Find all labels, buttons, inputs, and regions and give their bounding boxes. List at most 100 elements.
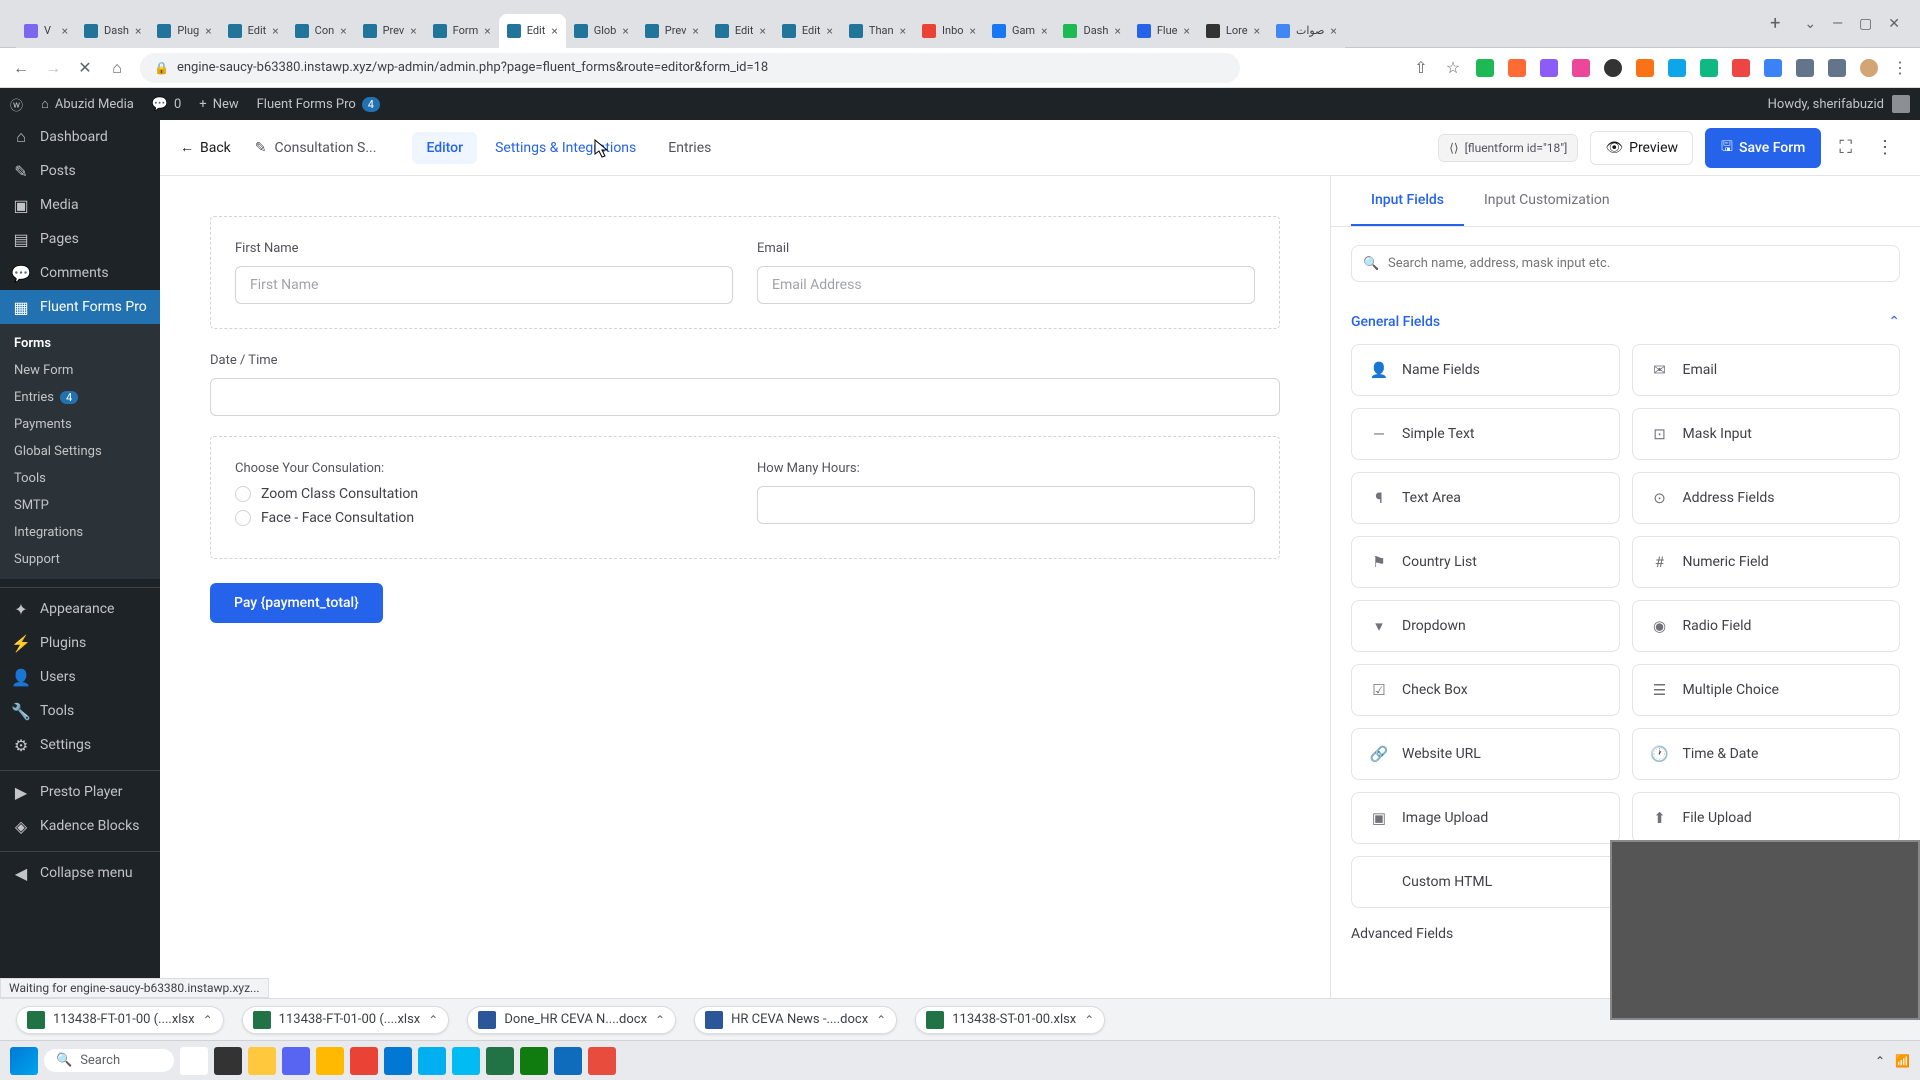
tab-close-icon[interactable]: × [1114,24,1120,38]
task-icon[interactable] [214,1047,242,1075]
field-type-card[interactable]: ◉Radio Field [1632,600,1901,652]
field-type-card[interactable]: ⚑Country List [1351,536,1620,588]
chevron-icon[interactable]: ⌃ [1084,1013,1094,1027]
submenu-item[interactable]: Payments [0,411,160,438]
general-fields-header[interactable]: General Fields ⌃ [1351,300,1900,344]
field-search-input[interactable] [1351,245,1900,282]
browser-tab[interactable]: Dash× [76,14,149,48]
tab-editor[interactable]: Editor [412,132,477,164]
browser-tab[interactable]: Form× [425,14,499,48]
user-avatar[interactable] [1892,95,1910,113]
download-item[interactable]: 113438-ST-01-00.xlsx⌃ [915,1006,1105,1034]
download-item[interactable]: 113438-FT-01-00 (....xlsx⌃ [242,1006,450,1034]
datetime-input[interactable] [210,378,1280,416]
tab-close-icon[interactable]: × [1041,24,1047,38]
profile-avatar[interactable] [1860,59,1878,77]
field-type-card[interactable]: #Numeric Field [1632,536,1901,588]
tray-chevron-icon[interactable]: ⌃ [1875,1054,1885,1068]
submenu-item[interactable]: New Form [0,357,160,384]
sidebar-item[interactable]: ▶Presto Player [0,775,160,809]
field-type-card[interactable]: 🕐Time & Date [1632,728,1901,780]
task-icon[interactable] [520,1047,548,1075]
taskbar-search[interactable]: 🔍 Search [44,1049,174,1072]
download-item[interactable]: HR CEVA News -....docx⌃ [694,1006,897,1034]
submenu-item[interactable]: Global Settings [0,438,160,465]
sidebar-item[interactable]: ⚙Settings [0,728,160,762]
more-icon[interactable]: ⋮ [1870,131,1900,164]
minimize-icon[interactable]: — [1832,16,1843,32]
ext-puzzle-icon[interactable] [1796,59,1814,77]
ext-icon[interactable] [1540,59,1558,77]
start-button[interactable] [10,1047,38,1075]
expand-icon[interactable]: ⛶ [1833,131,1858,164]
consultation-container[interactable]: Choose Your Consulation: Zoom Class Cons… [210,436,1280,559]
field-type-card[interactable]: 👤Name Fields [1351,344,1620,396]
tab-close-icon[interactable]: × [1184,24,1190,38]
chevron-down-icon[interactable]: ⌄ [1804,16,1816,32]
sidebar-item[interactable]: ✦Appearance [0,592,160,626]
comments-link[interactable]: 💬 0 [152,97,182,112]
browser-tab[interactable]: Plug× [149,14,219,48]
panel-tab-customization[interactable]: Input Customization [1464,176,1630,226]
sidebar-item[interactable]: ⚡Plugins [0,626,160,660]
field-type-card[interactable]: ⬆File Upload [1632,792,1901,844]
tab-close-icon[interactable]: × [484,24,490,38]
star-icon[interactable]: ☆ [1444,59,1462,77]
sidebar-item[interactable]: ▣Media [0,188,160,222]
panel-tab-input-fields[interactable]: Input Fields [1351,176,1464,226]
more-icon[interactable]: ⋮ [1892,58,1908,77]
tab-close-icon[interactable]: × [827,24,833,38]
tab-close-icon[interactable]: × [410,24,416,38]
form-canvas[interactable]: First Name Email Date / Time [160,176,1330,1080]
chevron-icon[interactable]: ⌃ [876,1013,886,1027]
field-type-card[interactable]: Custom HTML [1351,856,1620,908]
task-icon[interactable] [282,1047,310,1075]
browser-tab[interactable]: Than× [841,14,914,48]
chevron-icon[interactable]: ⌃ [655,1013,665,1027]
preview-button[interactable]: 👁 Preview [1590,131,1693,165]
email-input[interactable] [757,266,1255,304]
task-icon[interactable] [248,1047,276,1075]
submenu-item[interactable]: Forms [0,330,160,357]
field-type-card[interactable]: ✉Email [1632,344,1901,396]
tab-settings[interactable]: Settings & Integrations [481,132,650,164]
save-button[interactable]: 🖫 Save Form [1705,128,1821,168]
browser-tab[interactable]: Edit× [774,14,841,48]
field-type-card[interactable]: ¶Text Area [1351,472,1620,524]
sidebar-item[interactable]: 💬Comments [0,256,160,290]
wp-logo-icon[interactable]: ⓦ [10,95,23,114]
ext-icon[interactable] [1572,59,1590,77]
field-type-card[interactable]: ☰Multiple Choice [1632,664,1901,716]
sidebar-item[interactable]: ▦Fluent Forms Pro [0,290,160,324]
submenu-item[interactable]: Tools [0,465,160,492]
datetime-field[interactable]: Date / Time [210,353,1280,416]
field-type-card[interactable]: ▾Dropdown [1351,600,1620,652]
task-icon[interactable] [384,1047,412,1075]
task-icon[interactable] [554,1047,582,1075]
ext-icon[interactable] [1828,59,1846,77]
tab-close-icon[interactable]: × [205,24,211,38]
close-icon[interactable]: ✕ [1888,16,1900,32]
field-type-card[interactable]: 🔗Website URL [1351,728,1620,780]
browser-tab[interactable]: Inbo× [914,14,984,48]
browser-tab[interactable]: Flue× [1129,14,1198,48]
tab-close-icon[interactable]: × [340,24,346,38]
browser-tab[interactable]: صوات× [1268,14,1345,48]
submenu-item[interactable]: Support [0,546,160,573]
tab-close-icon[interactable]: × [970,24,976,38]
ext-icon[interactable] [1604,59,1622,77]
sidebar-item[interactable]: ▤Pages [0,222,160,256]
task-icon[interactable] [418,1047,446,1075]
tab-close-icon[interactable]: × [759,24,765,38]
browser-tab[interactable]: Glob× [566,14,637,48]
download-item[interactable]: 113438-FT-01-00 (....xlsx⌃ [16,1006,224,1034]
submenu-item[interactable]: SMTP [0,492,160,519]
sidebar-item[interactable]: ⌂Dashboard [0,120,160,154]
tab-close-icon[interactable]: × [692,24,698,38]
ext-icon[interactable] [1764,59,1782,77]
task-icon[interactable] [588,1047,616,1075]
back-icon[interactable]: ← [12,59,30,77]
download-item[interactable]: Done_HR CEVA N....docx⌃ [467,1006,676,1034]
tab-entries[interactable]: Entries [654,132,725,164]
maximize-icon[interactable]: ▢ [1859,16,1872,32]
